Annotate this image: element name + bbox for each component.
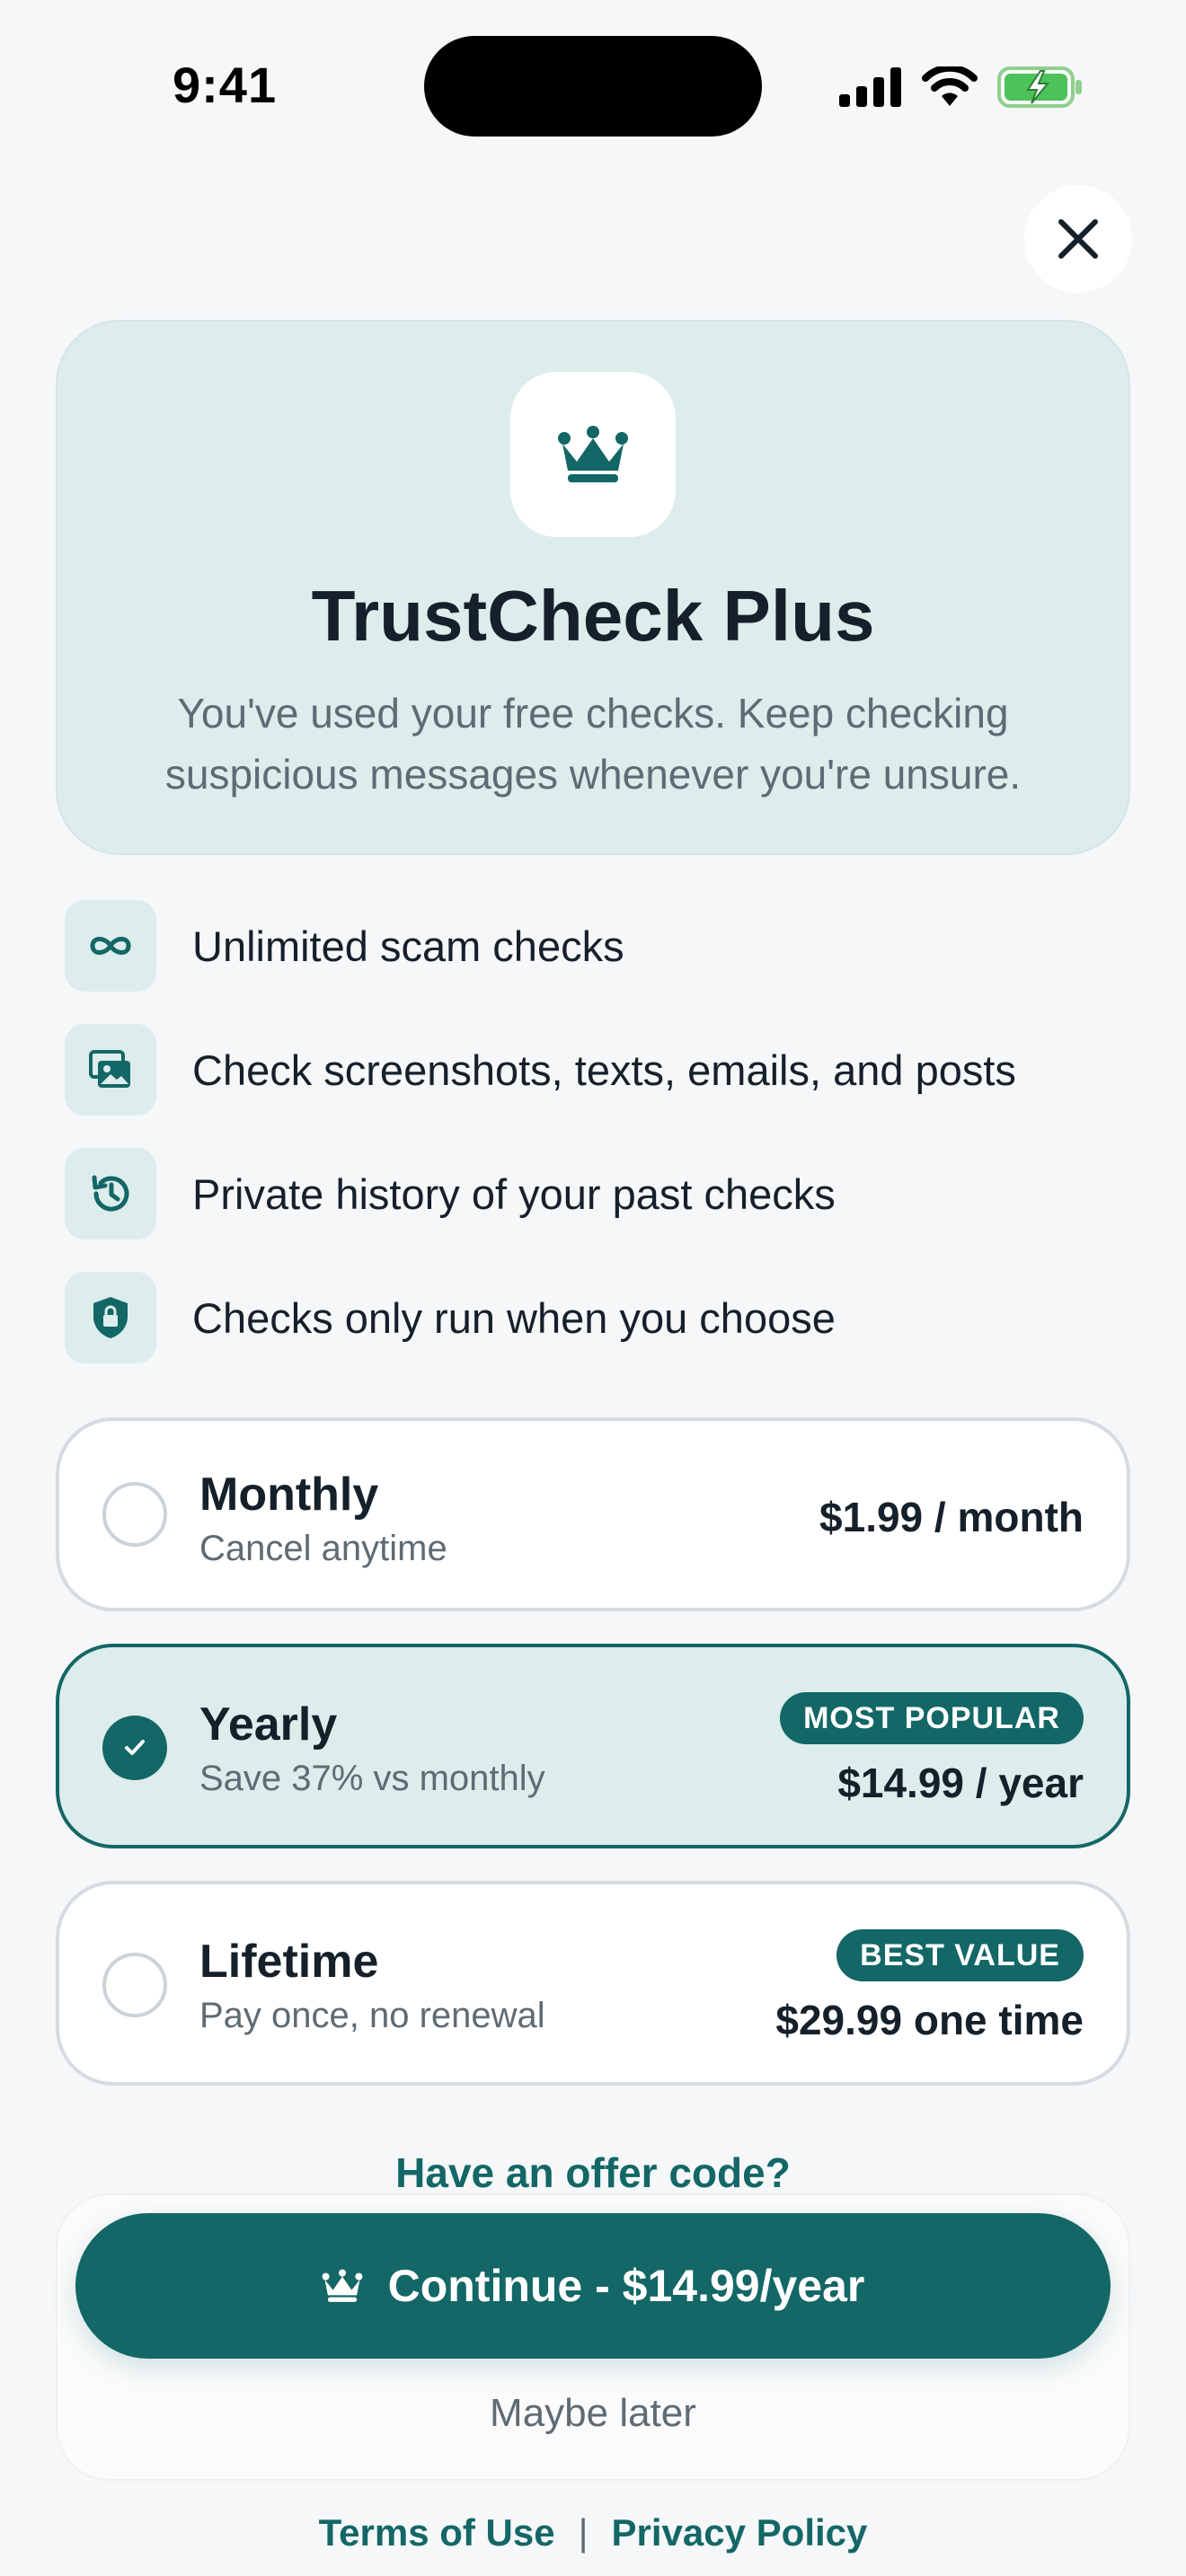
signal-icon [839, 67, 901, 107]
plan-name: Yearly [199, 1698, 338, 1751]
plan-option-lifetime[interactable]: Lifetime Pay once, no renewal BEST VALUE… [56, 1881, 1130, 2086]
infinity-icon [65, 900, 156, 992]
most-popular-badge: MOST POPULAR [780, 1692, 1084, 1744]
feature-item-history: Private history of your past checks [65, 1148, 836, 1239]
maybe-later-button[interactable]: Maybe later [56, 2391, 1130, 2436]
plan-name: Lifetime [199, 1936, 379, 1988]
checkmark-icon [125, 1740, 145, 1755]
privacy-policy-link[interactable]: Privacy Policy [612, 2511, 868, 2554]
status-time: 9:41 [173, 57, 278, 113]
plan-option-monthly[interactable]: Monthly Cancel anytime $1.99 / month [56, 1417, 1130, 1611]
offer-code-link[interactable]: Have an offer code? [56, 2148, 1130, 2197]
footer-separator: | [578, 2511, 589, 2554]
feature-label: Unlimited scam checks [192, 922, 624, 970]
shield-lock-icon [65, 1272, 156, 1363]
feature-item-screenshots: Check screenshots, texts, emails, and po… [65, 1024, 1016, 1116]
hero-subtitle-line-1: You've used your free checks. Keep check… [177, 690, 1009, 737]
hero-subtitle: You've used your free checks. Keep check… [108, 683, 1078, 805]
page-title: TrustCheck Plus [311, 576, 875, 656]
wifi-icon [922, 66, 978, 106]
plan-description: Cancel anytime [199, 1529, 447, 1568]
dynamic-island [424, 36, 762, 137]
feature-item-unlimited: Unlimited scam checks [65, 900, 624, 992]
close-icon [1058, 219, 1098, 259]
plan-name: Monthly [199, 1469, 379, 1521]
best-value-badge: BEST VALUE [836, 1929, 1084, 1981]
plan-price: $1.99 / month [819, 1494, 1084, 1540]
plan-price: $29.99 one time [775, 1997, 1084, 2043]
radio-button-unchecked[interactable] [102, 1482, 167, 1547]
continue-button[interactable]: Continue - $14.99/year [75, 2213, 1111, 2359]
crown-icon [322, 2269, 363, 2302]
plan-option-yearly[interactable]: Yearly Save 37% vs monthly MOST POPULAR … [56, 1644, 1130, 1848]
feature-label: Private history of your past checks [192, 1169, 836, 1218]
plan-description: Save 37% vs monthly [199, 1759, 545, 1798]
terms-of-use-link[interactable]: Terms of Use [319, 2511, 555, 2554]
feature-label: Check screenshots, texts, emails, and po… [192, 1045, 1016, 1094]
photos-icon [65, 1024, 156, 1116]
crown-icon [558, 426, 628, 482]
history-icon [65, 1148, 156, 1239]
battery-charging-icon [997, 66, 1082, 108]
hero-subtitle-line-2: suspicious messages whenever you're unsu… [164, 751, 1022, 798]
radio-button-unchecked[interactable] [102, 1953, 167, 2017]
status-icons [839, 63, 1084, 111]
plan-description: Pay once, no renewal [199, 1996, 545, 2035]
hero-icon-tile [510, 372, 676, 537]
radio-button-checked[interactable] [102, 1716, 167, 1780]
continue-button-label: Continue - $14.99/year [387, 2261, 865, 2311]
legal-footer: Terms of Use | Privacy Policy [0, 2511, 1186, 2554]
feature-item-privacy: Checks only run when you choose [65, 1272, 836, 1363]
feature-label: Checks only run when you choose [192, 1293, 836, 1342]
plan-price: $14.99 / year [837, 1760, 1084, 1806]
close-button[interactable] [1024, 185, 1132, 293]
